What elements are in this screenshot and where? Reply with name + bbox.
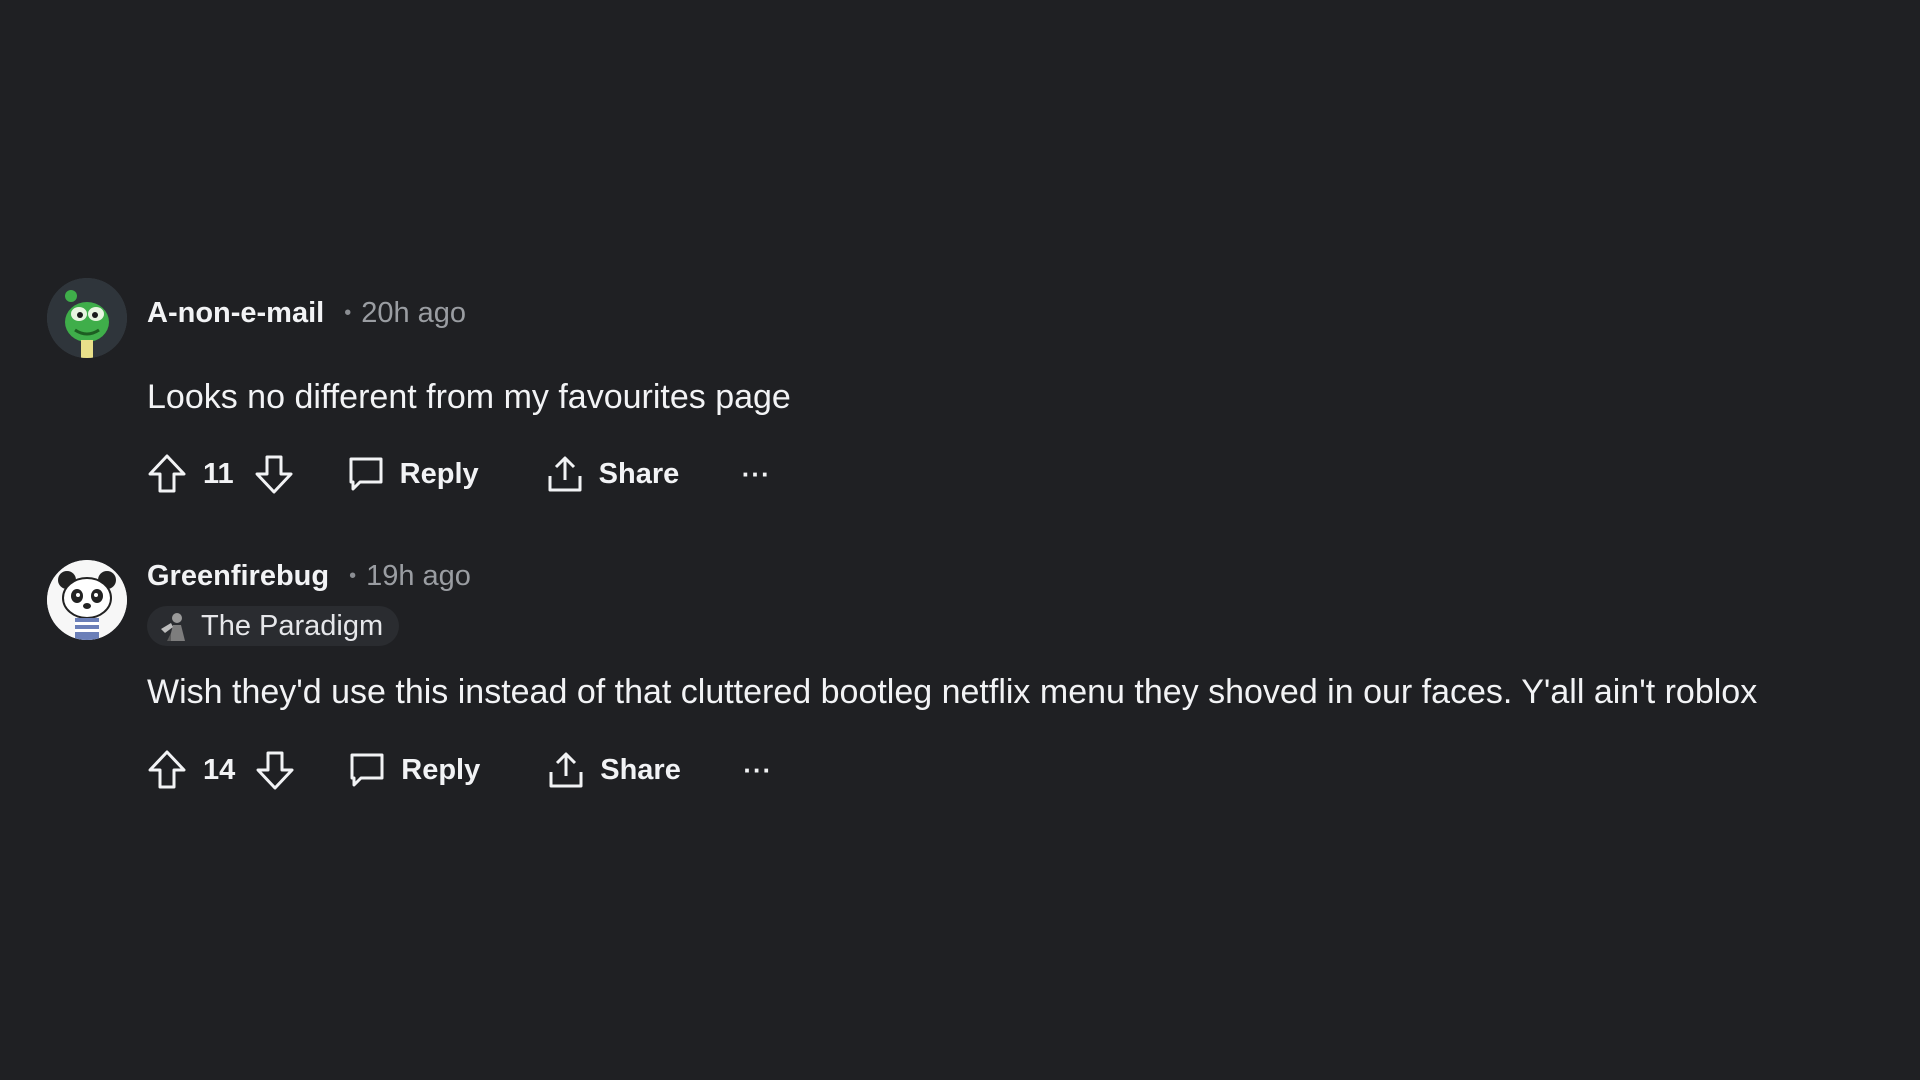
- comment-header: Greenfirebug • 19h ago: [147, 560, 471, 593]
- downvote-icon: [255, 455, 293, 494]
- comment-bubble-icon: [350, 753, 384, 787]
- comment-body: Looks no different from my favourites pa…: [147, 378, 791, 416]
- avatar[interactable]: [47, 278, 127, 358]
- comment-thread: A-non-e-mail • 20h ago Looks no differen…: [0, 0, 1920, 1080]
- avatar[interactable]: [47, 560, 127, 640]
- upvote-button[interactable]: [147, 452, 187, 496]
- separator-dot: •: [349, 565, 357, 587]
- share-label: Share: [598, 457, 680, 490]
- comment-bubble-icon: [349, 457, 383, 491]
- flair-character-icon: [161, 613, 185, 641]
- vote-score: 14: [203, 753, 236, 786]
- avatar-frog-icon: [47, 278, 127, 358]
- downvote-button[interactable]: [254, 452, 294, 496]
- upvote-icon: [148, 750, 186, 789]
- more-dots-icon: ···: [741, 458, 771, 489]
- share-label: Share: [600, 753, 681, 786]
- reply-button[interactable]: Reply: [346, 454, 479, 494]
- more-options-button[interactable]: ···: [741, 454, 771, 494]
- upvote-button[interactable]: [147, 748, 187, 792]
- share-upload-icon: [548, 456, 582, 492]
- reply-label: Reply: [399, 457, 479, 490]
- timestamp[interactable]: 19h ago: [366, 560, 471, 593]
- comment-actions: 14 Reply Share ···: [147, 747, 773, 793]
- upvote-icon: [148, 454, 186, 493]
- share-button[interactable]: Share: [545, 454, 680, 494]
- vote-score: 11: [203, 457, 234, 490]
- more-dots-icon: ···: [743, 754, 773, 785]
- comment-body: Wish they'd use this instead of that clu…: [147, 673, 1758, 711]
- timestamp[interactable]: 20h ago: [361, 297, 466, 330]
- reply-button[interactable]: Reply: [347, 750, 480, 790]
- username[interactable]: Greenfirebug: [147, 560, 329, 593]
- downvote-icon: [256, 751, 294, 790]
- flair-text: The Paradigm: [201, 609, 384, 642]
- avatar-panda-icon: [47, 560, 127, 640]
- reply-label: Reply: [401, 753, 481, 786]
- comment-actions: 11 Reply Share ···: [147, 451, 771, 497]
- username[interactable]: A-non-e-mail: [147, 297, 324, 330]
- separator-dot: •: [344, 302, 352, 324]
- downvote-button[interactable]: [255, 748, 295, 792]
- share-button[interactable]: Share: [546, 750, 681, 790]
- more-options-button[interactable]: ···: [743, 750, 773, 790]
- comment-header: A-non-e-mail • 20h ago: [147, 297, 466, 330]
- share-upload-icon: [549, 752, 583, 788]
- user-flair: The Paradigm: [147, 606, 400, 646]
